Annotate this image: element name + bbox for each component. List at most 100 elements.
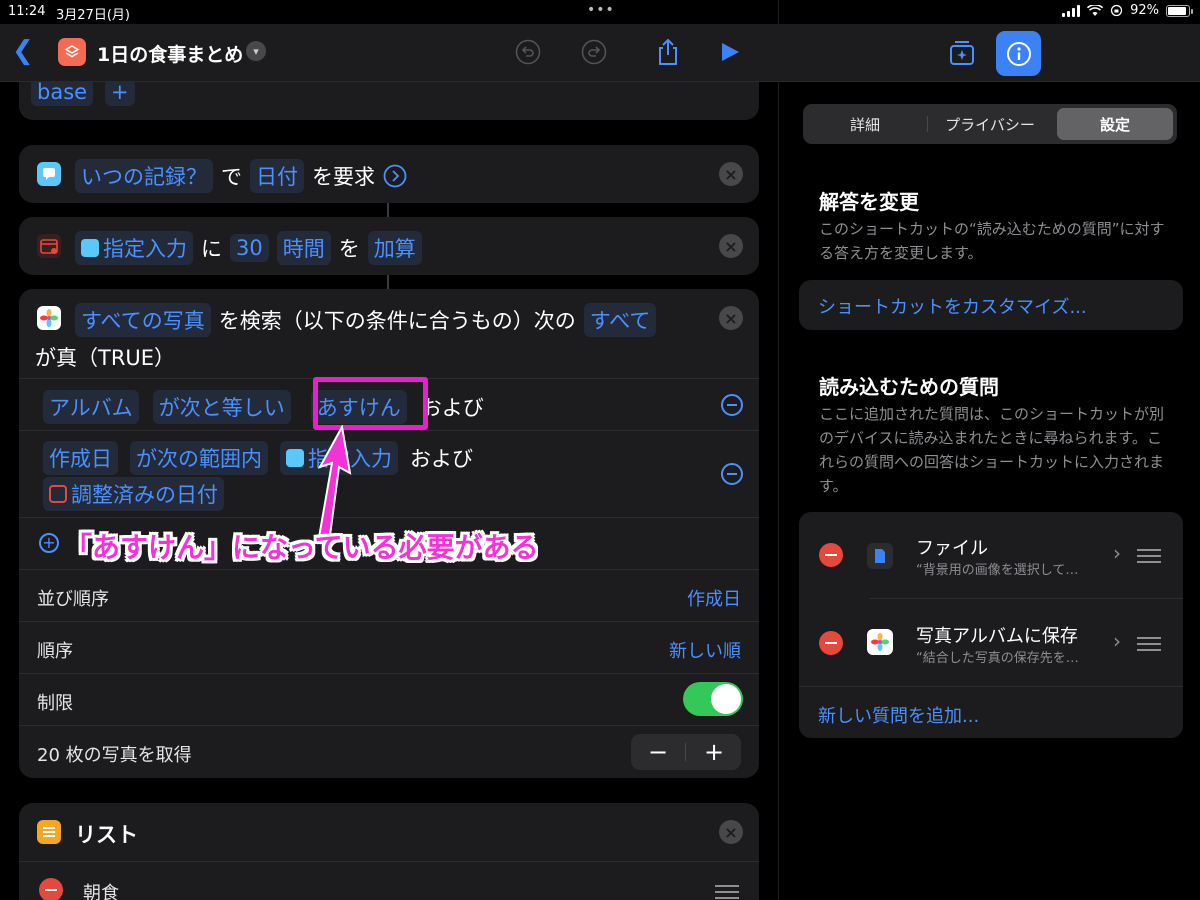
delete-question-icon[interactable] — [819, 631, 843, 655]
question-item[interactable]: ファイル “背景用の画像を選択して… › — [799, 512, 1183, 598]
sort-value[interactable]: 作成日 — [687, 585, 741, 611]
ask-input-small-icon — [286, 449, 304, 467]
filter-condition-date: 作成日 が次の範囲内 指定入力 および — [43, 441, 473, 475]
token-album[interactable]: アルバム — [43, 390, 139, 424]
library-add-icon[interactable] — [947, 38, 977, 68]
tab-privacy[interactable]: プライバシー — [931, 108, 1049, 140]
list-item[interactable]: 朝食 — [83, 879, 119, 900]
details-pane: 詳細 プライバシー 設定 解答を変更 このショートカットの“読み込むための質問”… — [778, 0, 1200, 900]
orientation-lock-icon — [1110, 4, 1123, 17]
question-subtitle: “結合した写真の保存先を… — [916, 651, 1079, 666]
token-base[interactable]: base — [31, 78, 94, 106]
play-icon[interactable] — [716, 38, 744, 66]
reorder-handle-icon[interactable] — [1137, 549, 1161, 567]
segmented-control: 詳細 プライバシー 設定 — [803, 104, 1177, 144]
list-title: リスト — [75, 823, 138, 847]
section-desc-change-answers: このショートカットの“読み込むための質問”に対する答え方を変更します。 — [819, 220, 1165, 262]
token-all[interactable]: すべて — [583, 303, 657, 337]
remove-action-icon[interactable]: × — [719, 234, 743, 258]
calendar-small-icon — [49, 485, 67, 503]
token-adjusted-date[interactable]: 調整済みの日付 — [43, 477, 224, 511]
customize-shortcut-link[interactable]: ショートカットをカスタマイズ... — [818, 293, 1087, 319]
back-chevron-icon[interactable]: ❮ — [12, 36, 34, 66]
remove-action-icon[interactable]: × — [719, 306, 743, 330]
calendar-icon — [37, 234, 61, 258]
remove-action-icon[interactable]: × — [719, 820, 743, 844]
decrement-button[interactable]: − — [631, 734, 685, 770]
divider — [19, 430, 759, 431]
delete-question-icon[interactable] — [819, 543, 843, 567]
tab-settings[interactable]: 設定 — [1057, 108, 1173, 140]
remove-action-icon[interactable]: × — [719, 162, 743, 186]
token-creation-date[interactable]: 作成日 — [43, 441, 118, 475]
segment-separator — [927, 116, 928, 132]
file-icon — [867, 543, 893, 569]
add-variable-button[interactable]: + — [105, 78, 135, 106]
ask-text-de: で — [221, 165, 242, 189]
status-indicators: 92% — [1062, 3, 1193, 18]
photos-app-icon — [37, 306, 61, 330]
action-card-ask-input[interactable]: いつの記録？ で 日付 を要求 × — [19, 145, 759, 203]
reorder-handle-icon[interactable] — [1137, 637, 1161, 655]
token-date-type[interactable]: 日付 — [250, 159, 304, 193]
status-time: 11:24 — [8, 4, 46, 19]
divider — [19, 673, 759, 674]
divider — [19, 621, 759, 622]
info-icon[interactable] — [996, 31, 1041, 76]
chevron-down-icon[interactable]: ▾ — [246, 41, 266, 61]
chevron-right-icon[interactable]: › — [1113, 629, 1121, 653]
sort-label: 並び順序 — [37, 589, 109, 610]
connector-line — [387, 275, 389, 289]
editor-pane: ❮ 1日の食事まとめ ▾ base + いつの記録？ で 日付 を要求 × 指定… — [0, 0, 778, 900]
shortcut-icon[interactable] — [58, 38, 86, 66]
action-card-list[interactable]: リスト × 朝食 — [19, 803, 759, 900]
signal-icon — [1062, 4, 1081, 17]
token-operation[interactable]: 加算 — [367, 231, 422, 265]
token-in-range[interactable]: が次の範囲内 — [130, 441, 268, 475]
order-label: 順序 — [37, 641, 73, 662]
and-text: および — [410, 447, 473, 471]
add-question-link[interactable]: 新しい質問を追加... — [818, 702, 979, 728]
divider — [869, 598, 1183, 599]
status-date: 3月27日(月) — [56, 8, 130, 23]
order-value[interactable]: 新しい順 — [669, 637, 741, 663]
section-title-change-answers: 解答を変更 — [819, 190, 919, 214]
token-all-photos[interactable]: すべての写真 — [75, 303, 211, 337]
token-amount[interactable]: 30 — [230, 234, 269, 262]
photo-count-label: 20 枚の写真を取得 — [37, 745, 192, 766]
increment-button[interactable]: + — [687, 734, 741, 770]
divider — [19, 725, 759, 726]
divider — [19, 569, 759, 570]
share-icon[interactable] — [654, 38, 682, 66]
token-provided-input-label: 指定入力 — [103, 237, 187, 261]
remove-condition-icon[interactable] — [721, 394, 743, 416]
adjust-text-ni: に — [201, 237, 222, 261]
remove-condition-icon[interactable] — [721, 463, 743, 485]
token-prompt[interactable]: いつの記録？ — [75, 159, 213, 193]
action-card-adjust-date[interactable]: 指定入力 に 30 時間 を 加算 × — [19, 217, 759, 275]
divider — [799, 686, 1183, 687]
find-text-true: が真（TRUE） — [35, 346, 176, 370]
multitask-dots[interactable]: ••• — [587, 2, 615, 18]
chevron-right-icon[interactable]: › — [1113, 541, 1121, 565]
token-equals[interactable]: が次と等しい — [152, 390, 291, 424]
question-title: ファイル — [916, 538, 988, 559]
question-item[interactable]: 写真アルバムに保存 “結合した写真の保存先を… › — [799, 600, 1183, 686]
add-filter-icon[interactable]: + — [39, 533, 59, 553]
delete-item-icon[interactable] — [39, 878, 63, 900]
undo-icon[interactable] — [514, 38, 542, 66]
editor-toolbar: ❮ 1日の食事まとめ ▾ — [0, 24, 778, 82]
chevron-right-circle-icon[interactable] — [383, 164, 407, 188]
shortcut-title[interactable]: 1日の食事まとめ — [97, 40, 243, 67]
token-unit[interactable]: 時間 — [276, 231, 331, 265]
battery-icon — [1166, 4, 1193, 17]
redo-icon[interactable] — [580, 38, 608, 66]
question-subtitle: “背景用の画像を選択して… — [916, 563, 1079, 578]
divider — [19, 861, 759, 862]
tab-details[interactable]: 詳細 — [807, 108, 923, 140]
reorder-handle-icon[interactable] — [715, 885, 739, 900]
import-questions-card: ファイル “背景用の画像を選択して… › 写真アルバムに保存 “結合した写真の保… — [799, 512, 1183, 738]
token-provided-input[interactable]: 指定入力 — [75, 231, 193, 265]
battery-percent: 92% — [1130, 3, 1159, 18]
limit-toggle[interactable] — [683, 682, 743, 716]
